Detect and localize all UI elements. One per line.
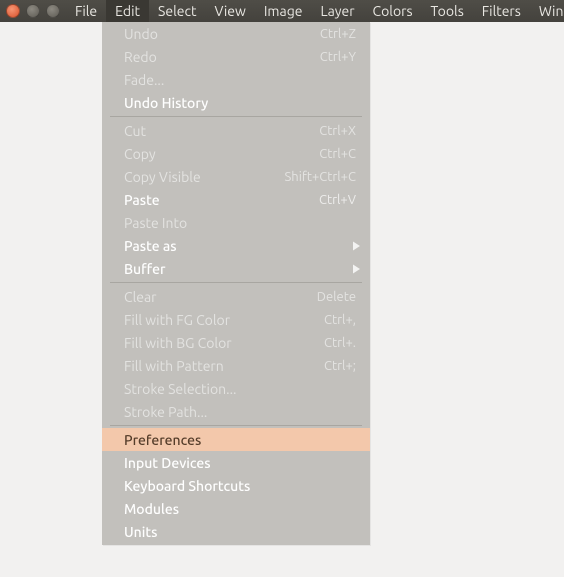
menu-separator [110,282,362,283]
menu-item-preferences[interactable]: Preferences [102,428,370,451]
menubar-item-image[interactable]: Image [255,0,312,22]
window-controls [4,4,66,18]
menubar-item-view[interactable]: View [205,0,254,22]
menubar-item-filters[interactable]: Filters [473,0,530,22]
menubar-item-colors[interactable]: Colors [364,0,422,22]
menu-item-input-devices[interactable]: Input Devices [102,451,370,474]
menubar-item-layer[interactable]: Layer [311,0,363,22]
menu-item-label: Input Devices [124,455,356,471]
menu-item-label: Fill with BG Color [124,335,312,351]
menu-item-shortcut: Ctrl+X [319,124,356,138]
menu-item-modules[interactable]: Modules [102,497,370,520]
minimize-icon[interactable] [26,4,40,18]
workspace: Undo Ctrl+Z Redo Ctrl+Y Fade... Undo History C… [0,22,564,577]
menu-item-paste-as[interactable]: Paste as [102,234,370,257]
menu-item-cut: Cut Ctrl+X [102,119,370,142]
menu-item-label: Cut [124,123,307,139]
menu-item-label: Paste as [124,238,356,254]
menu-item-copy: Copy Ctrl+C [102,142,370,165]
menu-item-label: Fill with Pattern [124,358,312,374]
menu-item-shortcut: Delete [317,290,356,304]
menu-item-label: Clear [124,289,305,305]
menu-separator [110,425,362,426]
menu-item-label: Keyboard Shortcuts [124,478,356,494]
menu-item-label: Paste [124,192,307,208]
menu-item-label: Undo History [124,95,356,111]
menu-item-label: Buffer [124,261,356,277]
close-icon[interactable] [6,4,20,18]
menu-item-stroke-path: Stroke Path... [102,400,370,423]
menu-item-shortcut: Ctrl+. [324,336,356,350]
menu-item-buffer[interactable]: Buffer [102,257,370,280]
menu-item-label: Copy [124,146,307,162]
menu-item-fill-with-fg-color: Fill with FG Color Ctrl+, [102,308,370,331]
menu-item-fade: Fade... [102,68,370,91]
menu-item-label: Redo [124,49,308,65]
menu-item-paste[interactable]: Paste Ctrl+V [102,188,370,211]
menu-item-label: Preferences [124,432,356,448]
menu-item-shortcut: Ctrl+C [319,147,356,161]
menubar-item-file[interactable]: File [66,0,106,22]
menu-item-label: Modules [124,501,356,517]
menu-item-stroke-selection: Stroke Selection... [102,377,370,400]
menu-item-label: Units [124,524,356,540]
maximize-icon[interactable] [46,4,60,18]
menu-item-label: Fade... [124,72,356,88]
menu-item-shortcut: Ctrl+; [324,359,356,373]
menu-item-label: Paste Into [124,215,356,231]
menu-item-fill-with-bg-color: Fill with BG Color Ctrl+. [102,331,370,354]
menu-item-shortcut: Ctrl+Y [320,50,356,64]
menu-item-label: Stroke Selection... [124,381,356,397]
menu-item-label: Copy Visible [124,169,272,185]
menu-item-shortcut: Ctrl+, [324,313,356,327]
menu-item-paste-into: Paste Into [102,211,370,234]
menubar-item-select[interactable]: Select [149,0,205,22]
menu-item-units[interactable]: Units [102,520,370,543]
chevron-right-icon [353,264,360,273]
menubar-item-windows[interactable]: Windows [530,0,564,22]
menubar: FileEditSelectViewImageLayerColorsToolsF… [0,0,564,22]
menu-item-label: Fill with FG Color [124,312,312,328]
menu-item-shortcut: Shift+Ctrl+C [284,170,356,184]
menu-item-copy-visible: Copy Visible Shift+Ctrl+C [102,165,370,188]
menu-item-fill-with-pattern: Fill with Pattern Ctrl+; [102,354,370,377]
menu-item-undo: Undo Ctrl+Z [102,22,370,45]
menu-item-undo-history[interactable]: Undo History [102,91,370,114]
menu-item-shortcut: Ctrl+V [319,193,356,207]
menu-item-keyboard-shortcuts[interactable]: Keyboard Shortcuts [102,474,370,497]
menu-item-label: Stroke Path... [124,404,356,420]
edit-menu-dropdown: Undo Ctrl+Z Redo Ctrl+Y Fade... Undo History C… [102,22,370,545]
menubar-item-tools[interactable]: Tools [422,0,473,22]
menubar-item-edit[interactable]: Edit [106,0,149,22]
menu-item-label: Undo [124,26,308,42]
menu-item-clear: Clear Delete [102,285,370,308]
menu-item-redo: Redo Ctrl+Y [102,45,370,68]
menu-separator [110,116,362,117]
menu-item-shortcut: Ctrl+Z [320,27,356,41]
chevron-right-icon [353,241,360,250]
